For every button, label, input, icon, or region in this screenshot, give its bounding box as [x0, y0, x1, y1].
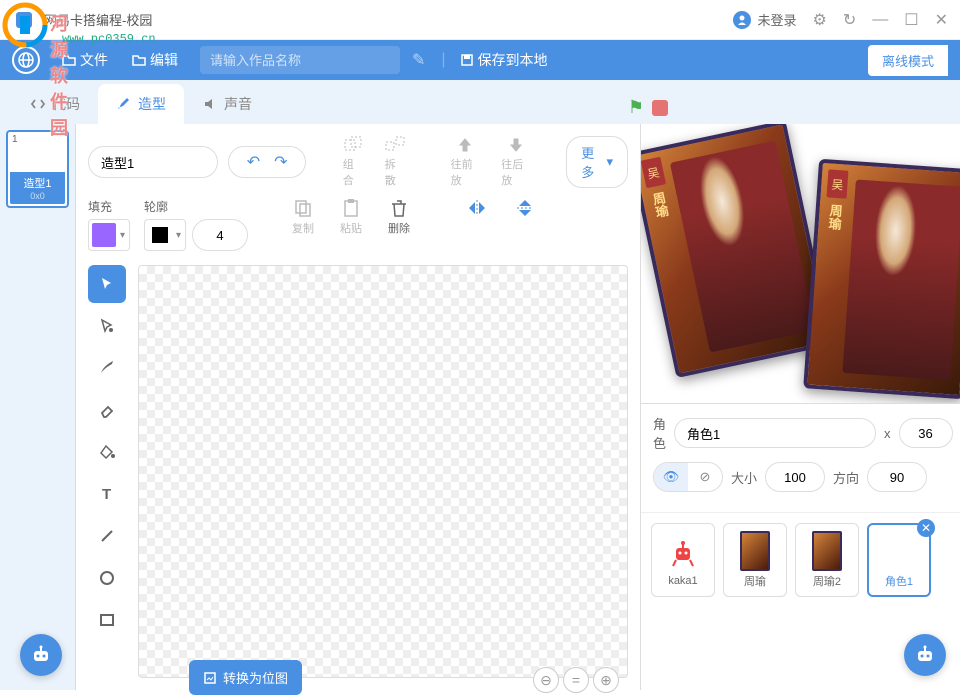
- stage-sprite-card: 吴 周瑜: [641, 124, 833, 378]
- assistant-button-left[interactable]: [20, 634, 62, 676]
- show-button[interactable]: 👁: [654, 463, 688, 491]
- undo-redo-group: ↶ ↷: [228, 146, 306, 178]
- sprite-item[interactable]: kaka1: [651, 523, 715, 597]
- titlebar: 网易卡搭编程-校园 未登录 ⚙ ↻ — ☐ ✕: [0, 0, 960, 40]
- reshape-tool[interactable]: [88, 307, 126, 345]
- costume-list: 1 造型1 0x0: [0, 124, 76, 690]
- chevron-down-icon: ▾: [606, 154, 613, 170]
- app-logo-icon: [12, 8, 36, 32]
- flip-vertical-button[interactable]: [508, 198, 542, 218]
- fill-tool[interactable]: [88, 433, 126, 471]
- tab-code[interactable]: 代码: [12, 84, 98, 124]
- zoom-reset-button[interactable]: =: [563, 667, 589, 693]
- flip-horizontal-button[interactable]: [460, 198, 494, 218]
- menu-file[interactable]: 文件: [52, 44, 118, 76]
- tab-costume[interactable]: 造型: [98, 84, 184, 124]
- sprite-item[interactable]: 角色1✕: [867, 523, 931, 597]
- drawing-canvas[interactable]: 转换为位图 ⊖ = ⊕: [138, 265, 628, 678]
- login-status[interactable]: 未登录: [733, 10, 796, 29]
- zoom-in-button[interactable]: ⊕: [593, 667, 619, 693]
- project-name-input[interactable]: [200, 46, 400, 74]
- minimize-icon[interactable]: —: [872, 11, 888, 29]
- assistant-button-right[interactable]: [904, 634, 946, 676]
- folder-icon: [132, 53, 146, 67]
- group-button[interactable]: 组合: [337, 136, 369, 188]
- folder-icon: [62, 53, 76, 67]
- code-icon: [30, 96, 46, 112]
- sprite-direction-input[interactable]: [867, 462, 927, 492]
- sprite-size-input[interactable]: [765, 462, 825, 492]
- user-icon: [733, 11, 751, 29]
- sprite-item[interactable]: 周瑜2: [795, 523, 859, 597]
- save-icon: [460, 53, 474, 67]
- forward-button[interactable]: 往前放: [445, 136, 486, 188]
- menu-edit[interactable]: 编辑: [122, 44, 188, 76]
- drawing-toolbar: T: [88, 265, 130, 678]
- stage-sprite-card: 吴 周瑜: [803, 159, 960, 400]
- tabs-row: 代码 造型 声音 ⚑: [0, 80, 960, 124]
- close-icon[interactable]: ✕: [935, 10, 948, 30]
- offline-mode-button[interactable]: 离线模式: [868, 45, 948, 76]
- line-tool[interactable]: [88, 517, 126, 555]
- maximize-icon[interactable]: ☐: [904, 10, 918, 30]
- menubar: 文件 编辑 ✎ | 保存到本地 离线模式: [0, 40, 960, 80]
- redo-icon[interactable]: ↷: [274, 152, 287, 172]
- sprite-item[interactable]: 周瑜: [723, 523, 787, 597]
- language-icon[interactable]: [12, 46, 40, 74]
- delete-sprite-icon[interactable]: ✕: [917, 519, 935, 537]
- tab-sound[interactable]: 声音: [184, 84, 270, 124]
- circle-tool[interactable]: [88, 559, 126, 597]
- copy-button[interactable]: 复制: [286, 198, 320, 236]
- stop-icon[interactable]: [652, 100, 668, 116]
- more-button[interactable]: 更多 ▾: [566, 136, 628, 188]
- select-tool[interactable]: [88, 265, 126, 303]
- outline-color-picker[interactable]: ▾: [144, 219, 186, 251]
- sprite-x-input[interactable]: [899, 418, 953, 448]
- paste-button[interactable]: 粘贴: [334, 198, 368, 236]
- costume-thumb[interactable]: 1 造型1 0x0: [6, 130, 69, 208]
- bot-icon: [30, 644, 52, 666]
- bot-icon: [914, 644, 936, 666]
- settings-icon[interactable]: ⚙: [813, 10, 827, 30]
- sprite-properties: 角色 x y 👁 ⊘ 大小 方向: [641, 404, 960, 513]
- costume-editor: ↶ ↷ 组合 拆散 往前放 往后放 更多: [76, 124, 640, 690]
- delete-button[interactable]: 删除: [382, 198, 416, 236]
- sprite-name-input[interactable]: [674, 418, 876, 448]
- backward-button[interactable]: 往后放: [495, 136, 536, 188]
- text-tool[interactable]: T: [88, 475, 126, 513]
- rect-tool[interactable]: [88, 601, 126, 639]
- right-panel: 吴 周瑜 吴 周瑜 角色 x y 👁 ⊘: [640, 124, 960, 690]
- eraser-tool[interactable]: [88, 391, 126, 429]
- brush-tool[interactable]: [88, 349, 126, 387]
- stage-preview[interactable]: 吴 周瑜 吴 周瑜: [641, 124, 960, 404]
- sprite-list: kaka1周瑜周瑜2角色1✕: [641, 513, 960, 607]
- undo-icon[interactable]: ↶: [247, 152, 260, 172]
- visibility-toggle: 👁 ⊘: [653, 462, 723, 492]
- green-flag-icon[interactable]: ⚑: [628, 97, 644, 118]
- convert-icon: [203, 671, 217, 685]
- stroke-width-input[interactable]: [192, 219, 248, 251]
- menu-save-local[interactable]: 保存到本地: [450, 44, 558, 76]
- app-title: 网易卡搭编程-校园: [44, 10, 733, 29]
- refresh-icon[interactable]: ↻: [843, 10, 856, 30]
- svg-text:T: T: [102, 486, 111, 503]
- brush-icon: [116, 96, 132, 112]
- pencil-icon[interactable]: ✎: [412, 50, 425, 70]
- fill-color-picker[interactable]: ▾: [88, 219, 130, 251]
- costume-name-input[interactable]: [88, 146, 218, 178]
- sound-icon: [202, 96, 218, 112]
- zoom-out-button[interactable]: ⊖: [533, 667, 559, 693]
- hide-button[interactable]: ⊘: [688, 463, 722, 491]
- ungroup-button[interactable]: 拆散: [379, 136, 411, 188]
